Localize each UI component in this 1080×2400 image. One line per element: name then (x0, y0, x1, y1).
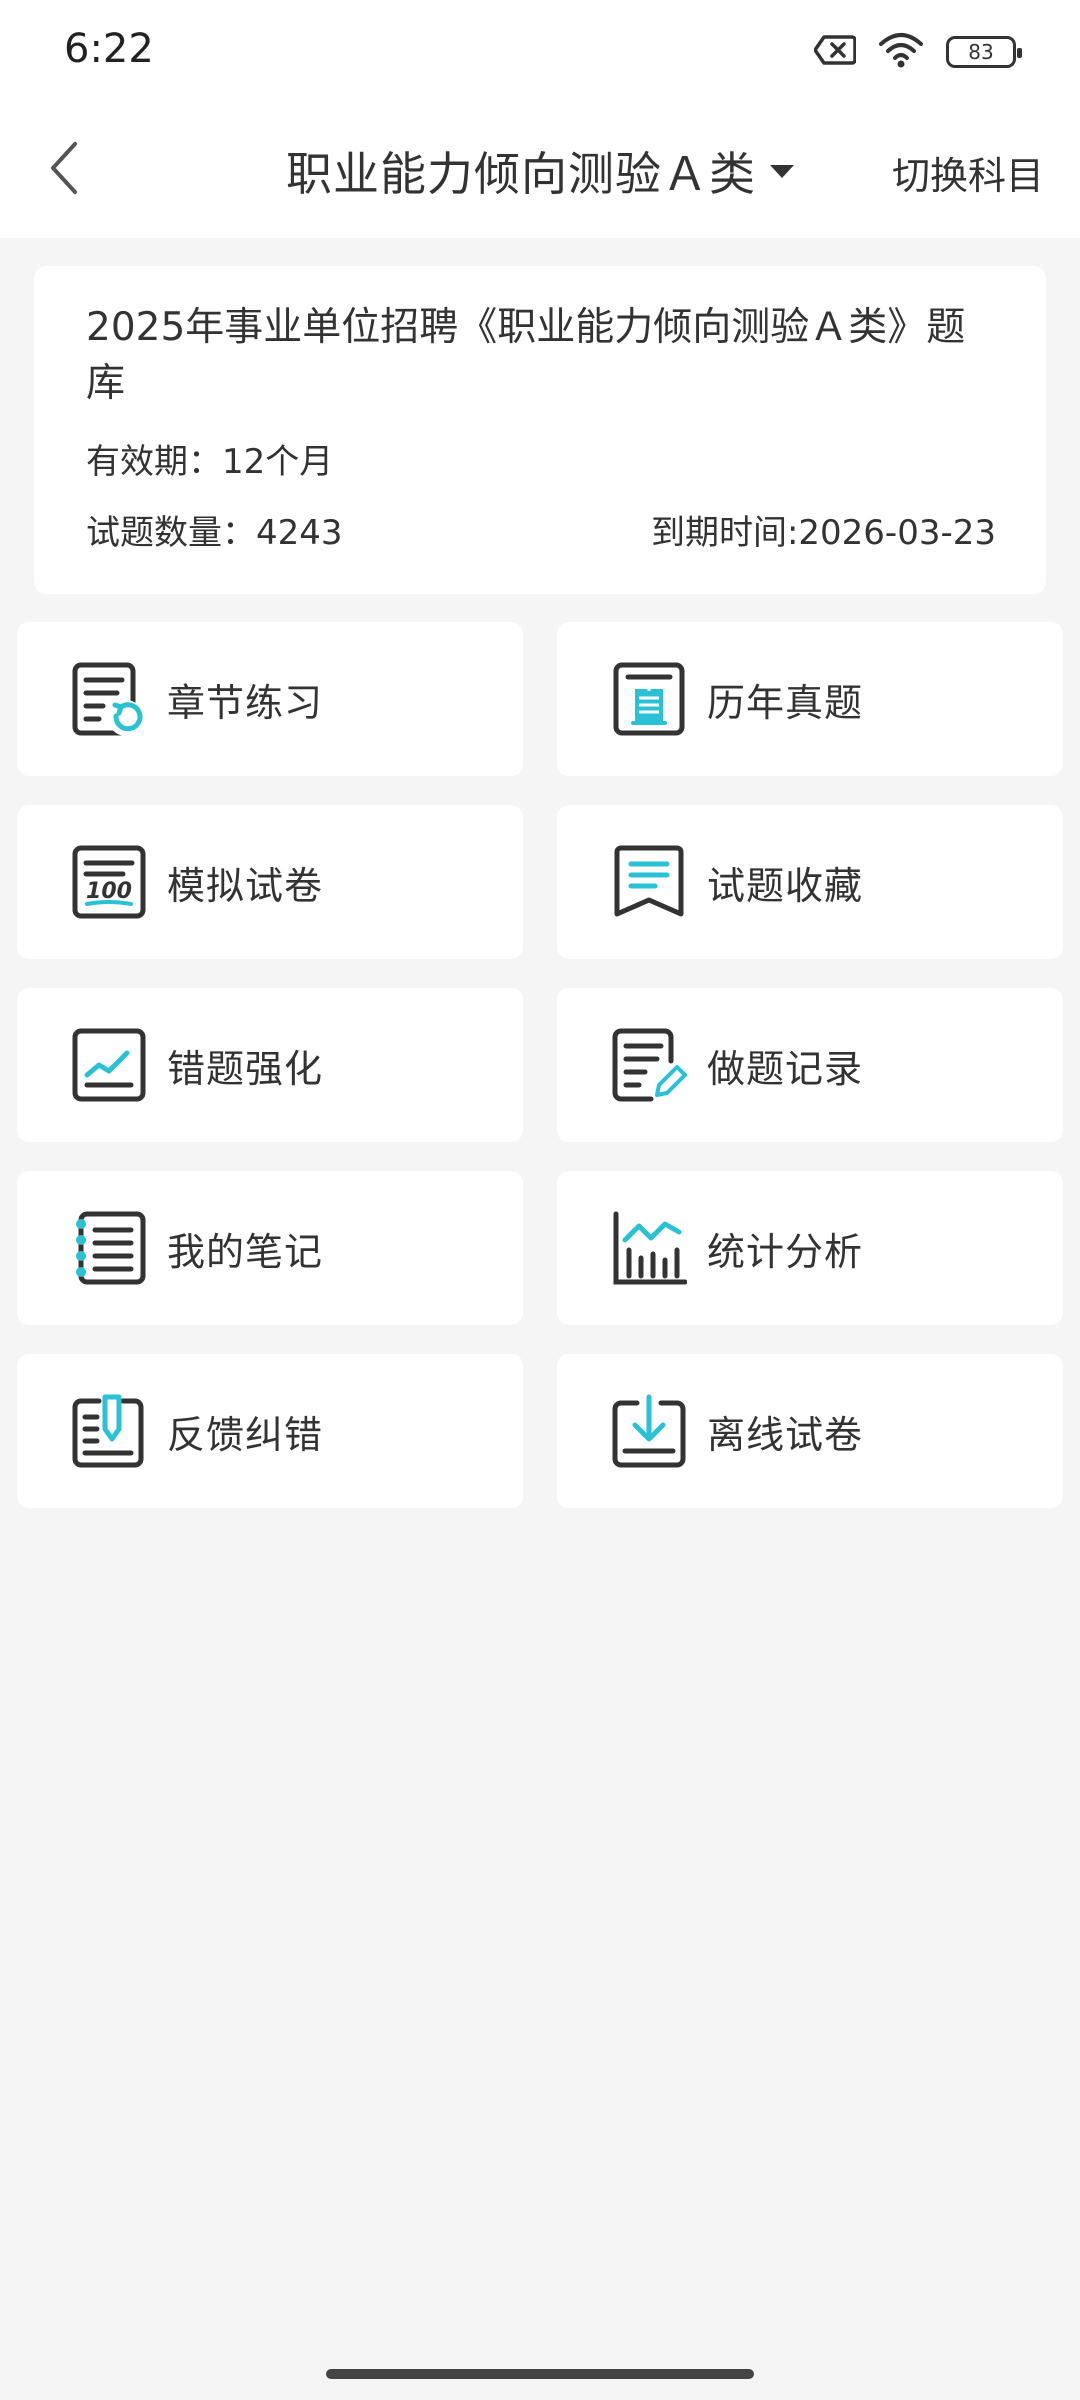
chapter-practice-icon (71, 661, 147, 737)
battery-icon: 83 (946, 36, 1022, 68)
validity-period: 有效期：12个月 (86, 442, 334, 482)
mock-paper-button[interactable]: 100 模拟试卷 (17, 805, 523, 959)
expiry-date: 到期时间:2026-03-23 (650, 513, 996, 553)
subject-selector[interactable]: 职业能力倾向测验Ａ类 (286, 135, 794, 207)
wifi-icon (878, 32, 924, 72)
statistics-icon (611, 1210, 687, 1286)
mock-paper-label: 模拟试卷 (167, 863, 324, 908)
past-exams-button[interactable]: 历年真题 (557, 622, 1063, 776)
switch-subject-button[interactable]: 切换科目 (892, 145, 1044, 200)
wrong-questions-label: 错题强化 (167, 1046, 324, 1091)
question-count: 试题数量：4243 (86, 513, 343, 553)
chevron-left-icon (45, 140, 85, 200)
bookmarks-button[interactable]: 试题收藏 (557, 805, 1063, 959)
question-bank-title: 2025年事业单位招聘《职业能力倾向测验Ａ类》题库 (86, 305, 966, 406)
wrong-questions-icon (71, 1027, 147, 1103)
page-title: 职业能力倾向测验Ａ类 (286, 147, 756, 201)
statistics-button[interactable]: 统计分析 (557, 1171, 1063, 1325)
bank-meta-row: 试题数量：4243 到期时间:2026-03-23 (86, 505, 996, 554)
my-notes-label: 我的笔记 (167, 1229, 324, 1274)
chapter-practice-button[interactable]: 章节练习 (17, 622, 523, 776)
offline-papers-label: 离线试卷 (707, 1412, 864, 1457)
wrong-questions-button[interactable]: 错题强化 (17, 988, 523, 1142)
practice-record-label: 做题记录 (707, 1046, 864, 1091)
status-bar: 6:22 83 (0, 0, 1080, 105)
question-bank-card: 2025年事业单位招聘《职业能力倾向测验Ａ类》题库 有效期：12个月 试题数量：… (34, 266, 1046, 594)
chapter-practice-label: 章节练习 (167, 680, 324, 725)
offline-papers-button[interactable]: 离线试卷 (557, 1354, 1063, 1508)
bookmark-icon (611, 844, 687, 920)
mock-paper-icon: 100 (71, 844, 147, 920)
practice-record-button[interactable]: 做题记录 (557, 988, 1063, 1142)
download-icon (611, 1393, 687, 1469)
my-notes-button[interactable]: 我的笔记 (17, 1171, 523, 1325)
bookmarks-label: 试题收藏 (707, 863, 864, 908)
battery-level: 83 (968, 40, 994, 64)
status-icons: 83 (813, 30, 1022, 74)
past-exams-icon (611, 661, 687, 737)
home-indicator[interactable] (326, 2369, 754, 2379)
back-button[interactable] (30, 135, 100, 205)
feedback-button[interactable]: 反馈纠错 (17, 1354, 523, 1508)
feature-grid: 章节练习 历年真题 100 模拟试卷 试题收藏 错题强化 做题记录 我的笔记 统… (17, 622, 1063, 1508)
feedback-icon (71, 1393, 147, 1469)
past-exams-label: 历年真题 (707, 680, 864, 725)
status-time: 6:22 (64, 26, 154, 72)
top-nav-bar: 职业能力倾向测验Ａ类 切换科目 (0, 105, 1080, 238)
caret-down-icon (770, 164, 794, 178)
notebook-icon (71, 1210, 147, 1286)
practice-record-icon (611, 1027, 687, 1103)
statistics-label: 统计分析 (707, 1229, 864, 1274)
sim-off-icon (813, 34, 857, 70)
feedback-label: 反馈纠错 (167, 1412, 324, 1457)
